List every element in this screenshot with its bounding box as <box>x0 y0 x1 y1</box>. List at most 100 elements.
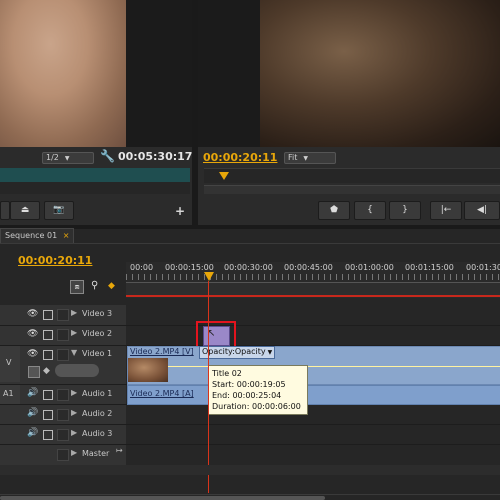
opacity-label: Opacity:Opacity <box>202 347 266 356</box>
tab-sequence-label: Sequence 01 <box>5 231 58 240</box>
keyframe-nav-icon[interactable]: ◆ <box>43 366 50 376</box>
timeline-bottom-area <box>0 465 500 475</box>
program-playhead-marker[interactable] <box>219 172 229 180</box>
track-separator <box>0 325 500 326</box>
track-separator <box>0 424 500 425</box>
track-name-video2: Video 2 <box>82 329 113 338</box>
marker-icon: ⬟ <box>330 205 338 215</box>
eye-icon[interactable]: 👁 <box>27 349 38 359</box>
opacity-dropdown[interactable]: Opacity:Opacity ▼ <box>199 346 276 359</box>
source-zoom-value: 1/2 <box>46 153 59 162</box>
track-name-video3: Video 3 <box>82 309 113 318</box>
track-toggle[interactable] <box>57 349 69 361</box>
source-scroll-area[interactable] <box>0 182 190 194</box>
video-clip-label: Video 2.MP4 [V] <box>130 347 194 356</box>
timeline-playhead-marker[interactable] <box>204 272 214 281</box>
speaker-icon[interactable]: 🔊 <box>27 388 38 398</box>
audio-clip-label: Video 2.MP4 [A] <box>130 389 194 398</box>
lock-icon[interactable] <box>43 390 53 400</box>
chevron-right-icon[interactable]: ▶ <box>71 428 77 437</box>
program-monitor-video <box>260 0 500 147</box>
track-toggle[interactable] <box>57 429 69 441</box>
lock-icon[interactable] <box>43 330 53 340</box>
chevron-right-icon[interactable]: ▶ <box>71 328 77 337</box>
program-fit-value: Fit <box>288 153 298 162</box>
export-frame-button[interactable]: ⏏ <box>10 201 40 220</box>
chevron-right-icon[interactable]: ▶ <box>71 408 77 417</box>
scrollbar-track <box>0 494 500 495</box>
step-back-button[interactable]: ◀| <box>464 201 500 220</box>
work-area-bar[interactable] <box>126 282 500 295</box>
source-timebar[interactable] <box>0 168 190 183</box>
timeline-playhead-line[interactable] <box>208 281 209 493</box>
ruler-label: 00:00:30:00 <box>224 263 273 272</box>
close-icon[interactable]: × <box>63 231 70 240</box>
chevron-right-icon[interactable]: ▶ <box>71 308 77 317</box>
keyframe-icon[interactable]: ◆ <box>108 281 115 291</box>
mark-out-button[interactable]: } <box>389 201 421 220</box>
track-separator <box>0 444 500 445</box>
source-monitor-video <box>0 0 126 147</box>
clip-thumbnail <box>128 358 168 382</box>
source-patch-v-label: V <box>6 358 12 367</box>
tooltip-end: End: 00:00:25:04 <box>212 391 282 400</box>
tab-sequence-01[interactable]: Sequence 01 × <box>0 228 75 243</box>
go-to-in-icon: |← <box>440 205 452 215</box>
eye-icon[interactable]: 👁 <box>27 309 38 319</box>
chevron-down-icon: ▼ <box>64 155 70 162</box>
horizontal-scrollbar[interactable] <box>0 496 325 500</box>
mark-in-icon: { <box>367 205 373 215</box>
snap-icon[interactable]: ⧈ <box>70 280 84 294</box>
track-name-master: Master <box>82 449 110 458</box>
add-button[interactable]: + <box>175 204 185 218</box>
chevron-down-icon: ▼ <box>267 349 273 356</box>
program-timebar[interactable] <box>204 168 500 183</box>
go-to-in-button[interactable]: |← <box>430 201 462 220</box>
master-output-icon[interactable]: ↦ <box>116 446 123 455</box>
track-toggle[interactable] <box>57 409 69 421</box>
camera-button[interactable]: 📷 <box>44 201 74 220</box>
step-back-icon: ◀| <box>477 205 487 215</box>
speaker-icon[interactable]: 🔊 <box>27 408 38 418</box>
tab-underline <box>0 243 500 244</box>
track-name-audio1: Audio 1 <box>82 389 113 398</box>
ruler-label: 00:00:15:00 <box>165 263 214 272</box>
track-name-video1: Video 1 <box>82 349 113 358</box>
chevron-right-icon[interactable]: ▶ <box>71 388 77 397</box>
source-timecode[interactable]: 00:05:30:17 <box>118 150 192 163</box>
speaker-icon[interactable]: 🔊 <box>27 428 38 438</box>
lock-icon[interactable] <box>43 410 53 420</box>
export-icon: ⏏ <box>20 205 30 215</box>
keyframe-controls[interactable] <box>55 364 99 377</box>
chevron-down-icon: ▼ <box>303 155 309 162</box>
program-fit-dropdown[interactable]: Fit ▼ <box>284 152 336 164</box>
lock-icon[interactable] <box>43 350 53 360</box>
display-style-icon[interactable] <box>28 366 40 378</box>
clip-tooltip: Title 02 Start: 00:00:19:05 End: 00:00:2… <box>208 365 308 415</box>
lock-icon[interactable] <box>43 430 53 440</box>
mark-out-icon: } <box>402 205 408 215</box>
render-bar <box>126 295 500 297</box>
track-toggle[interactable] <box>57 389 69 401</box>
track-toggle[interactable] <box>57 449 69 461</box>
mark-in-button[interactable]: { <box>354 201 386 220</box>
source-monitor-letterbox <box>126 0 192 147</box>
chevron-right-icon[interactable]: ▶ <box>71 448 77 457</box>
chevron-down-icon[interactable]: ▼ <box>71 348 77 357</box>
source-zoom-dropdown[interactable]: 1/2 ▼ <box>42 152 94 164</box>
track-name-audio2: Audio 2 <box>82 409 113 418</box>
add-marker-button[interactable]: ⬟ <box>318 201 350 220</box>
ruler-label: 00:01:00:00 <box>345 263 394 272</box>
track-toggle[interactable] <box>57 329 69 341</box>
camera-icon: 📷 <box>53 205 65 215</box>
program-zoom-bar[interactable] <box>204 185 500 194</box>
timeline-timecode[interactable]: 00:00:20:11 <box>18 254 92 267</box>
ruler-ticks <box>126 274 500 280</box>
lock-icon[interactable] <box>43 310 53 320</box>
eye-icon[interactable]: 👁 <box>27 329 38 339</box>
marker-pin-icon[interactable]: ⚲ <box>91 280 98 291</box>
source-button-partial[interactable] <box>0 201 10 220</box>
wrench-icon[interactable]: 🔧 <box>100 149 115 163</box>
program-timecode[interactable]: 00:00:20:11 <box>203 151 277 164</box>
track-toggle[interactable] <box>57 309 69 321</box>
